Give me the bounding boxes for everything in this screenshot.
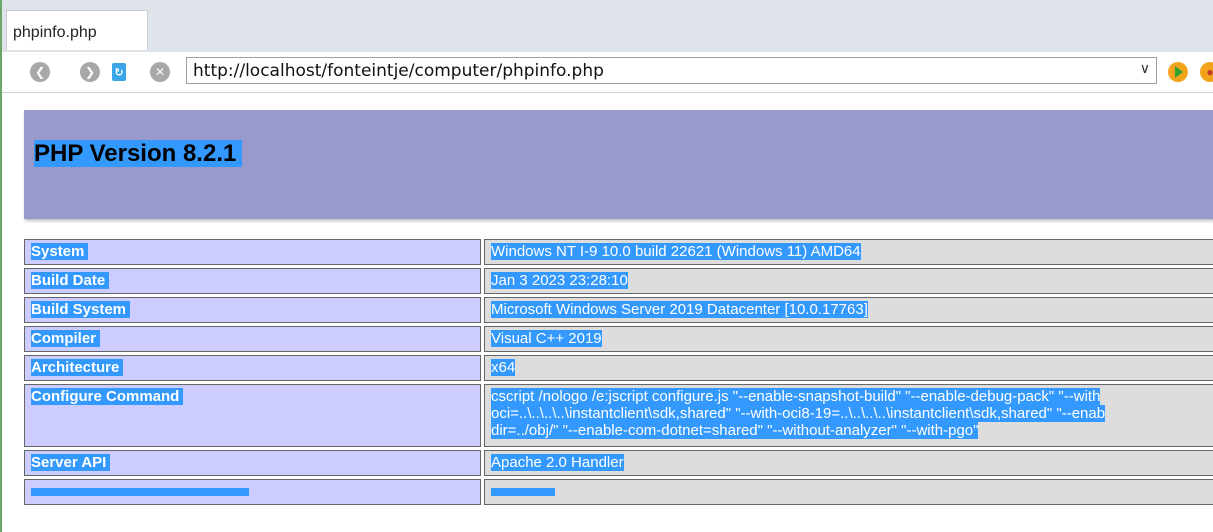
browser-window: phpinfo.php ❮ ❯ ↻ ✕ http://localhost/fon… [0, 0, 1213, 532]
row-label [24, 479, 481, 505]
row-label: Architecture [24, 355, 481, 381]
dropdown-icon[interactable]: ∨ [1140, 61, 1150, 77]
row-value [484, 479, 1213, 505]
row-label: Build System [24, 297, 481, 323]
row-label: Compiler [24, 326, 481, 352]
php-header: PHP Version 8.2.1 [24, 110, 1213, 219]
row-value: Jan 3 2023 23:28:10 [484, 268, 1213, 294]
table-row: Server API Apache 2.0 Handler [24, 450, 1213, 476]
forward-icon[interactable]: ❯ [80, 62, 100, 82]
address-bar[interactable]: http://localhost/fonteintje/computer/php… [186, 57, 1157, 84]
row-value: Visual C++ 2019 [484, 326, 1213, 352]
row-label: Configure Command [24, 384, 481, 447]
tab-title: phpinfo.php [13, 24, 97, 41]
table-row: Build System Microsoft Windows Server 20… [24, 297, 1213, 323]
row-value: x64 [484, 355, 1213, 381]
row-value: Microsoft Windows Server 2019 Datacenter… [484, 297, 1213, 323]
row-label: System [24, 239, 481, 265]
tab-strip: phpinfo.php [2, 0, 1213, 52]
page-title: PHP Version 8.2.1 [34, 140, 243, 168]
table-row: Compiler Visual C++ 2019 [24, 326, 1213, 352]
row-value: Apache 2.0 Handler [484, 450, 1213, 476]
addon-icon[interactable]: ● [1200, 62, 1213, 82]
refresh-icon[interactable]: ↻ [110, 62, 128, 82]
go-icon[interactable] [1168, 62, 1188, 82]
back-icon[interactable]: ❮ [30, 62, 50, 82]
stop-icon[interactable]: ✕ [150, 62, 170, 82]
tab-phpinfo[interactable]: phpinfo.php [6, 10, 148, 50]
navigation-toolbar: ❮ ❯ ↻ ✕ http://localhost/fonteintje/comp… [2, 52, 1213, 93]
row-value: cscript /nologo /e:jscript configure.js … [484, 384, 1213, 447]
table-row: Architecture x64 [24, 355, 1213, 381]
table-row: System Windows NT I-9 10.0 build 22621 (… [24, 239, 1213, 265]
table-row-partial [24, 479, 1213, 505]
table-row: Build Date Jan 3 2023 23:28:10 [24, 268, 1213, 294]
address-url: http://localhost/fonteintje/computer/php… [193, 61, 604, 81]
table-row: Configure Command cscript /nologo /e:jsc… [24, 384, 1213, 447]
row-label: Server API [24, 450, 481, 476]
page-content: PHP Version 8.2.1 System Windows NT I-9 … [2, 93, 1213, 532]
row-value: Windows NT I-9 10.0 build 22621 (Windows… [484, 239, 1213, 265]
row-label: Build Date [24, 268, 481, 294]
